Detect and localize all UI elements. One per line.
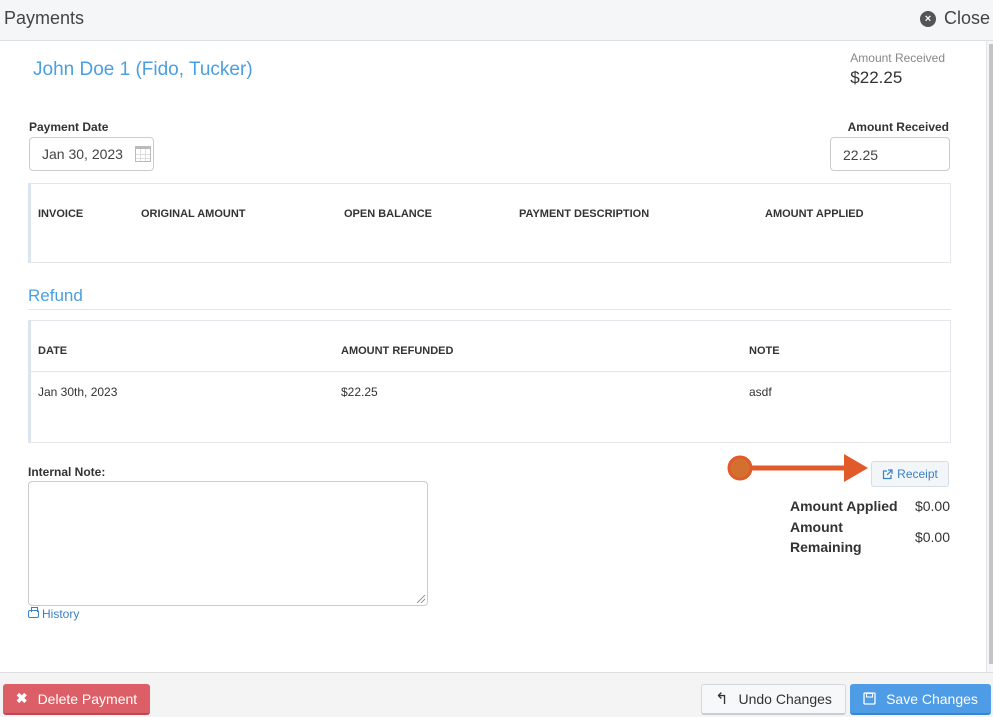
delete-payment-button[interactable]: ✖ Delete Payment: [3, 684, 150, 715]
receipt-label: Receipt: [897, 467, 938, 481]
history-label: History: [42, 607, 80, 621]
printer-icon: [28, 607, 39, 618]
amount-applied-label: Amount Applied: [790, 498, 898, 514]
payment-date-input[interactable]: Jan 30, 2023: [29, 137, 154, 171]
modal-header: Payments × Close: [0, 0, 993, 41]
amount-received-input[interactable]: 22.25: [830, 137, 950, 171]
history-link[interactable]: History: [28, 607, 79, 621]
resize-handle[interactable]: [417, 595, 425, 603]
modal-title: Payments: [4, 8, 85, 28]
totals-summary: Amount Applied $0.00 Amount Remaining $0…: [790, 496, 950, 558]
client-name-link[interactable]: John Doe 1 (Fido, Tucker): [33, 59, 253, 81]
internal-note-label: Internal Note:: [28, 465, 106, 479]
delete-payment-label: Delete Payment: [37, 690, 138, 707]
internal-note-textarea[interactable]: [28, 481, 428, 606]
amount-applied-value: $0.00: [914, 498, 950, 514]
floppy-disk-icon: [863, 692, 876, 705]
column-header-amount-refunded: AMOUNT REFUNDED: [341, 345, 454, 357]
external-link-icon: [883, 468, 893, 479]
amount-received-summary: Amount Received $22.25: [850, 51, 945, 88]
amount-received-value: 22.25: [843, 147, 879, 163]
payment-date-label: Payment Date: [29, 120, 109, 134]
receipt-button[interactable]: Receipt: [871, 461, 949, 487]
amount-remaining-value: $0.00: [914, 529, 950, 545]
modal-footer: ✖ Delete Payment ↰ Undo Changes Save Cha…: [0, 672, 993, 717]
refund-header-divider: [31, 371, 950, 372]
refund-divider: [28, 309, 951, 310]
undo-changes-label: Undo Changes: [738, 691, 832, 707]
amount-received-summary-value: $22.25: [850, 68, 903, 87]
refund-date: Jan 30th, 2023: [38, 385, 118, 399]
amount-applied-row: Amount Applied $0.00: [790, 496, 950, 516]
amount-remaining-row: Amount Remaining $0.00: [790, 516, 950, 558]
column-header-amount-applied: AMOUNT APPLIED: [765, 208, 864, 220]
refund-section-title: Refund: [28, 286, 83, 305]
close-label: Close: [943, 8, 990, 28]
column-header-date: DATE: [38, 345, 68, 357]
save-changes-label: Save Changes: [886, 690, 978, 707]
close-button[interactable]: × Close: [919, 8, 990, 29]
annotation-arrow-dot: [727, 455, 753, 481]
refund-amount: $22.25: [341, 385, 378, 399]
column-header-invoice: INVOICE: [38, 208, 84, 220]
refund-table: DATE AMOUNT REFUNDED NOTE Jan 30th, 2023…: [28, 320, 951, 443]
amount-received-summary-label: Amount Received: [850, 51, 945, 65]
vertical-scrollbar[interactable]: [989, 44, 993, 664]
amount-received-label: Amount Received: [847, 120, 949, 134]
annotation-arrow: [727, 454, 868, 482]
times-icon: ✖: [15, 690, 28, 706]
calendar-icon[interactable]: [135, 146, 151, 162]
save-changes-button[interactable]: Save Changes: [850, 684, 991, 715]
column-header-original-amount: ORIGINAL AMOUNT: [141, 208, 246, 220]
annotation-arrow-head: [844, 454, 868, 482]
column-header-payment-description: PAYMENT DESCRIPTION: [519, 208, 650, 220]
reply-arrow-icon: ↰: [715, 691, 729, 708]
payment-date-value: Jan 30, 2023: [42, 146, 123, 162]
invoice-table: INVOICE ORIGINAL AMOUNT OPEN BALANCE PAY…: [28, 183, 951, 263]
amount-remaining-label: Amount Remaining: [790, 519, 862, 555]
close-circle-icon: ×: [919, 10, 936, 27]
payment-panel: John Doe 1 (Fido, Tucker) Amount Receive…: [0, 41, 987, 672]
column-header-open-balance: OPEN BALANCE: [344, 208, 433, 220]
undo-changes-button[interactable]: ↰ Undo Changes: [701, 684, 846, 715]
column-header-note: NOTE: [749, 345, 780, 357]
refund-note: asdf: [749, 385, 772, 399]
